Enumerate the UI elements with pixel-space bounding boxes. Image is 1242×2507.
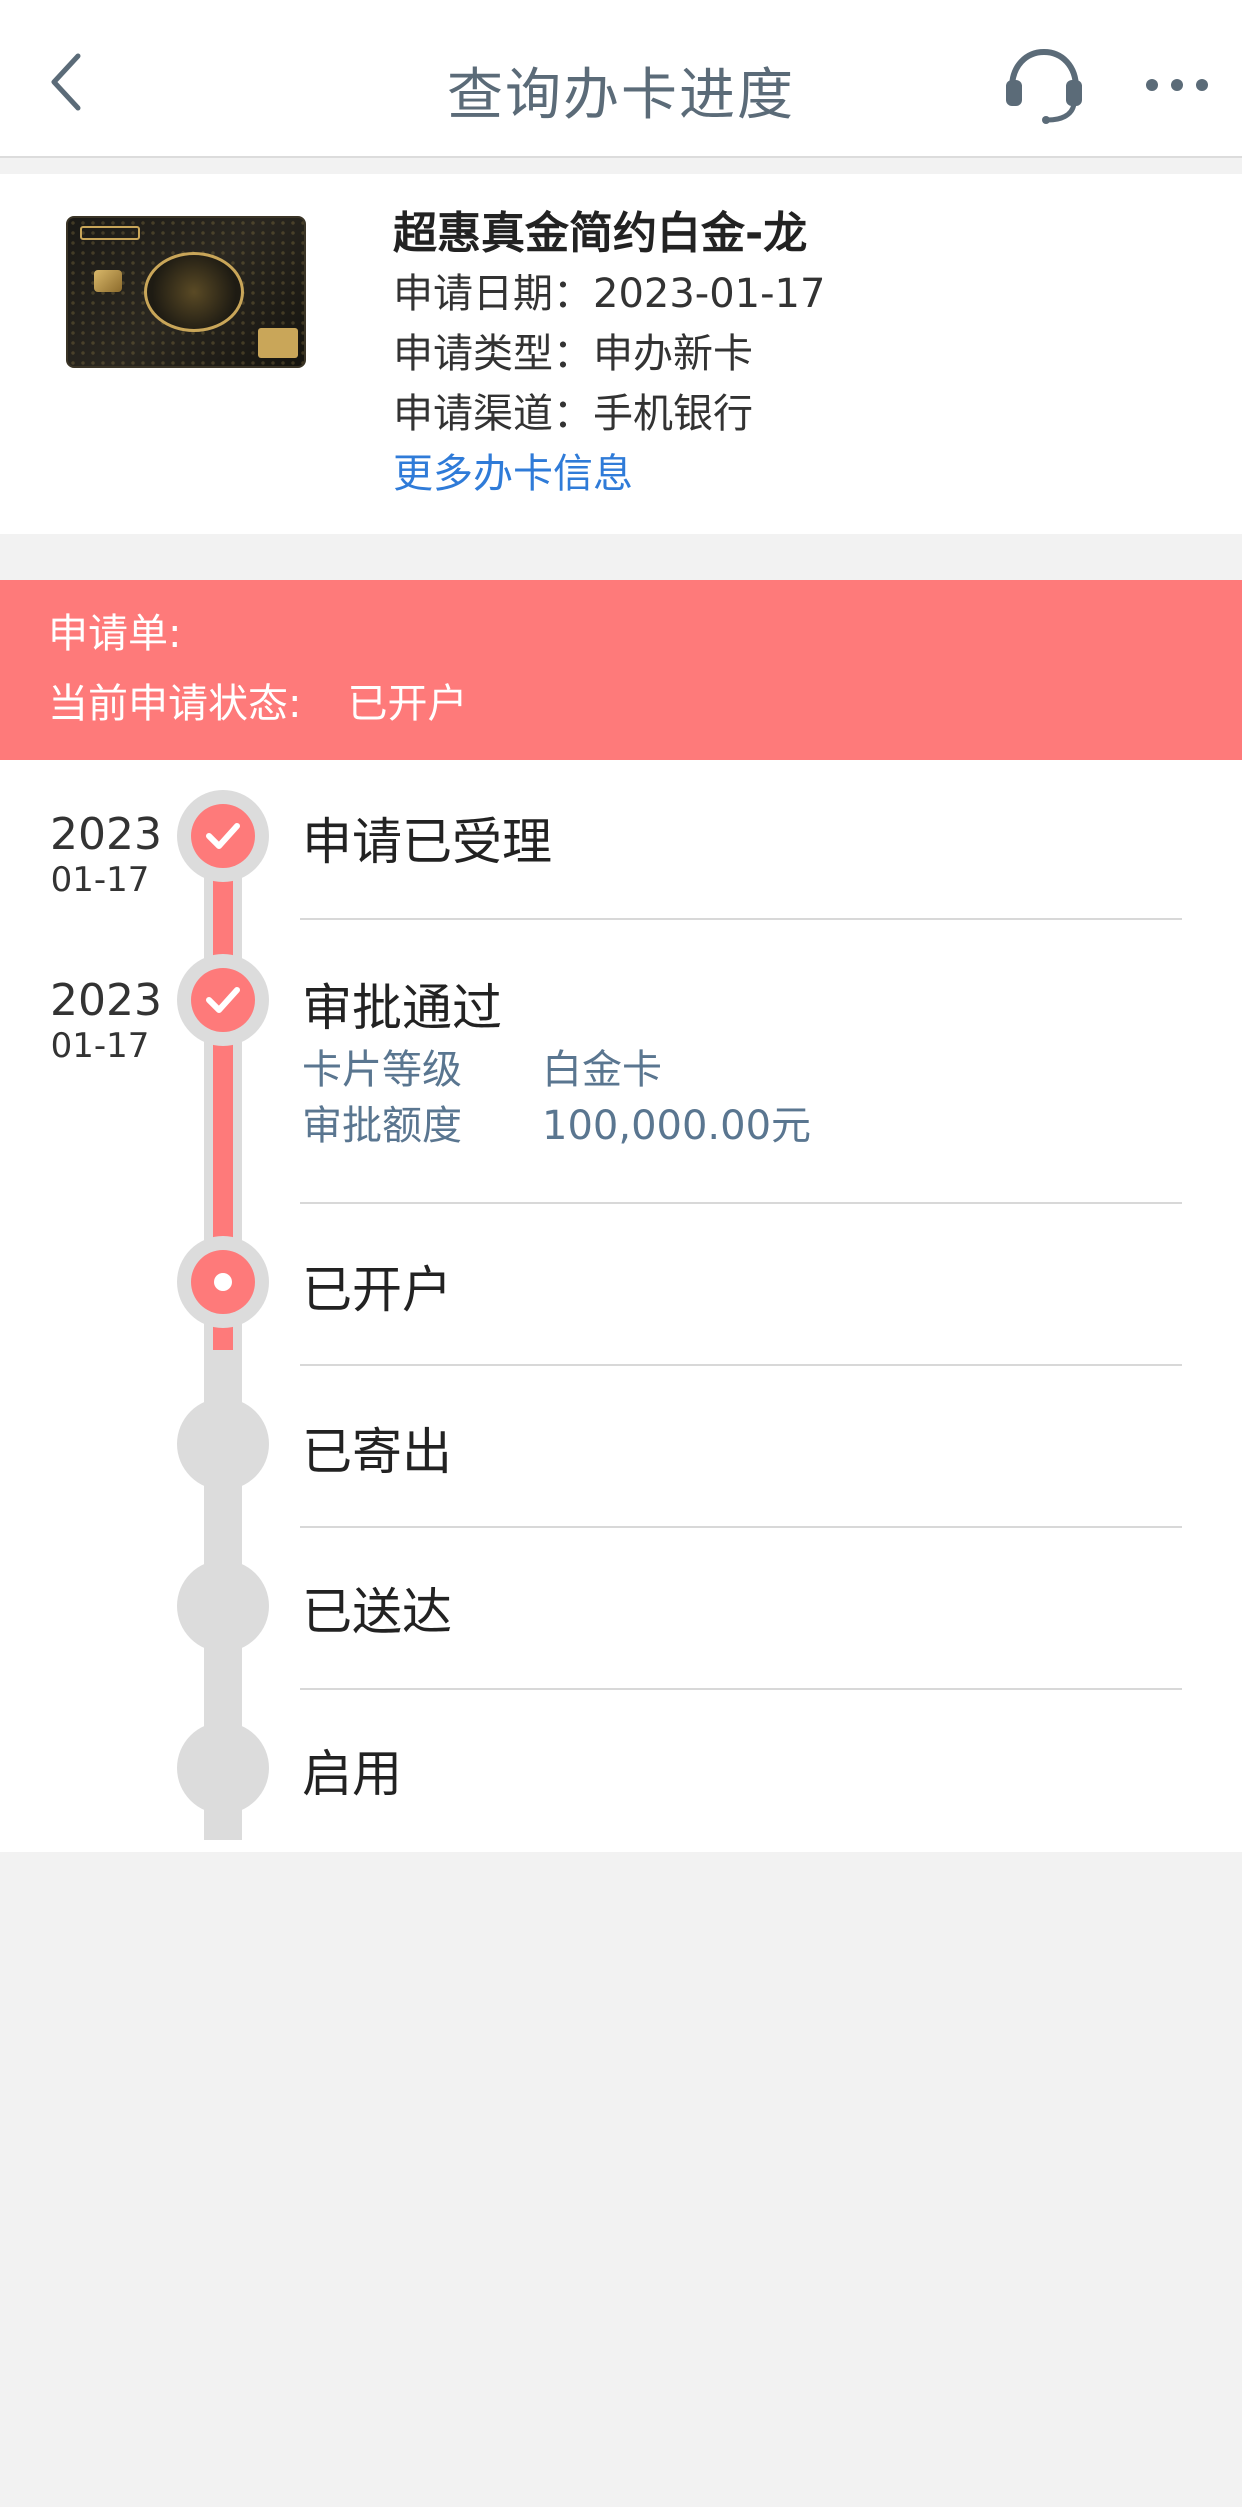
progress-timeline: 2023 01-17 申请已受理 2023 01-17 审批通过 卡片等级 白金卡… xyxy=(0,760,1242,1852)
step-title: 申请已受理 xyxy=(302,813,552,871)
step-node-pending xyxy=(177,1722,269,1814)
divider xyxy=(300,1364,1182,1366)
step-node-done xyxy=(177,954,269,1046)
step-title: 已开户 xyxy=(302,1261,452,1319)
step-node-pending xyxy=(177,1560,269,1652)
step-year: 2023 xyxy=(50,975,162,1026)
step-date: 2023 01-17 xyxy=(50,809,162,901)
step-title: 审批通过 xyxy=(302,979,502,1037)
customer-service-button[interactable] xyxy=(1002,44,1086,124)
step-node-current xyxy=(177,1236,269,1328)
status-value: 已开户 xyxy=(347,681,468,727)
status-label: 当前申请状态: xyxy=(48,681,302,727)
check-icon xyxy=(206,823,240,849)
network-logo xyxy=(258,328,298,358)
more-dots-icon xyxy=(1146,79,1208,91)
step-title: 启用 xyxy=(302,1745,402,1803)
step-node-done xyxy=(177,790,269,882)
divider xyxy=(300,1688,1182,1690)
check-icon xyxy=(206,987,240,1013)
step-date: 2023 01-17 xyxy=(50,975,162,1067)
step-detail: 卡片等级 白金卡 审批额度 100,000.00元 xyxy=(302,1042,811,1154)
card-info-panel: 超惠真金简约白金-龙 申请日期：2023-01-17 申请类型：申办新卡 申请渠… xyxy=(0,174,1242,534)
bank-logo xyxy=(80,226,140,240)
apply-date: 申请日期：2023-01-17 xyxy=(393,271,826,317)
dragon-emblem xyxy=(144,252,244,332)
apply-channel: 申请渠道：手机银行 xyxy=(393,391,753,437)
detail-value: 100,000.00元 xyxy=(542,1103,812,1149)
divider xyxy=(300,1202,1182,1204)
apply-type: 申请类型：申办新卡 xyxy=(393,331,753,377)
top-nav-bar: 查询办卡进度 xyxy=(0,0,1242,158)
divider xyxy=(300,918,1182,920)
more-button[interactable] xyxy=(1142,70,1212,100)
step-node-pending xyxy=(177,1398,269,1490)
application-label: 申请单: xyxy=(48,611,182,657)
card-image xyxy=(66,216,306,368)
more-card-info-link[interactable]: 更多办卡信息 xyxy=(393,444,825,504)
application-status-banner: 申请单: 当前申请状态: 已开户 xyxy=(0,580,1242,760)
card-name: 超惠真金简约白金-龙 xyxy=(393,208,808,259)
detail-key: 审批额度 xyxy=(302,1103,462,1149)
step-month-day: 01-17 xyxy=(50,1026,150,1066)
detail-key: 卡片等级 xyxy=(302,1047,462,1093)
detail-value: 白金卡 xyxy=(542,1047,662,1093)
divider xyxy=(300,1526,1182,1528)
step-title: 已送达 xyxy=(302,1583,452,1641)
card-chip xyxy=(94,270,122,292)
step-year: 2023 xyxy=(50,809,162,860)
headset-icon xyxy=(1006,48,1082,124)
step-month-day: 01-17 xyxy=(50,860,150,900)
step-title: 已寄出 xyxy=(302,1423,452,1481)
